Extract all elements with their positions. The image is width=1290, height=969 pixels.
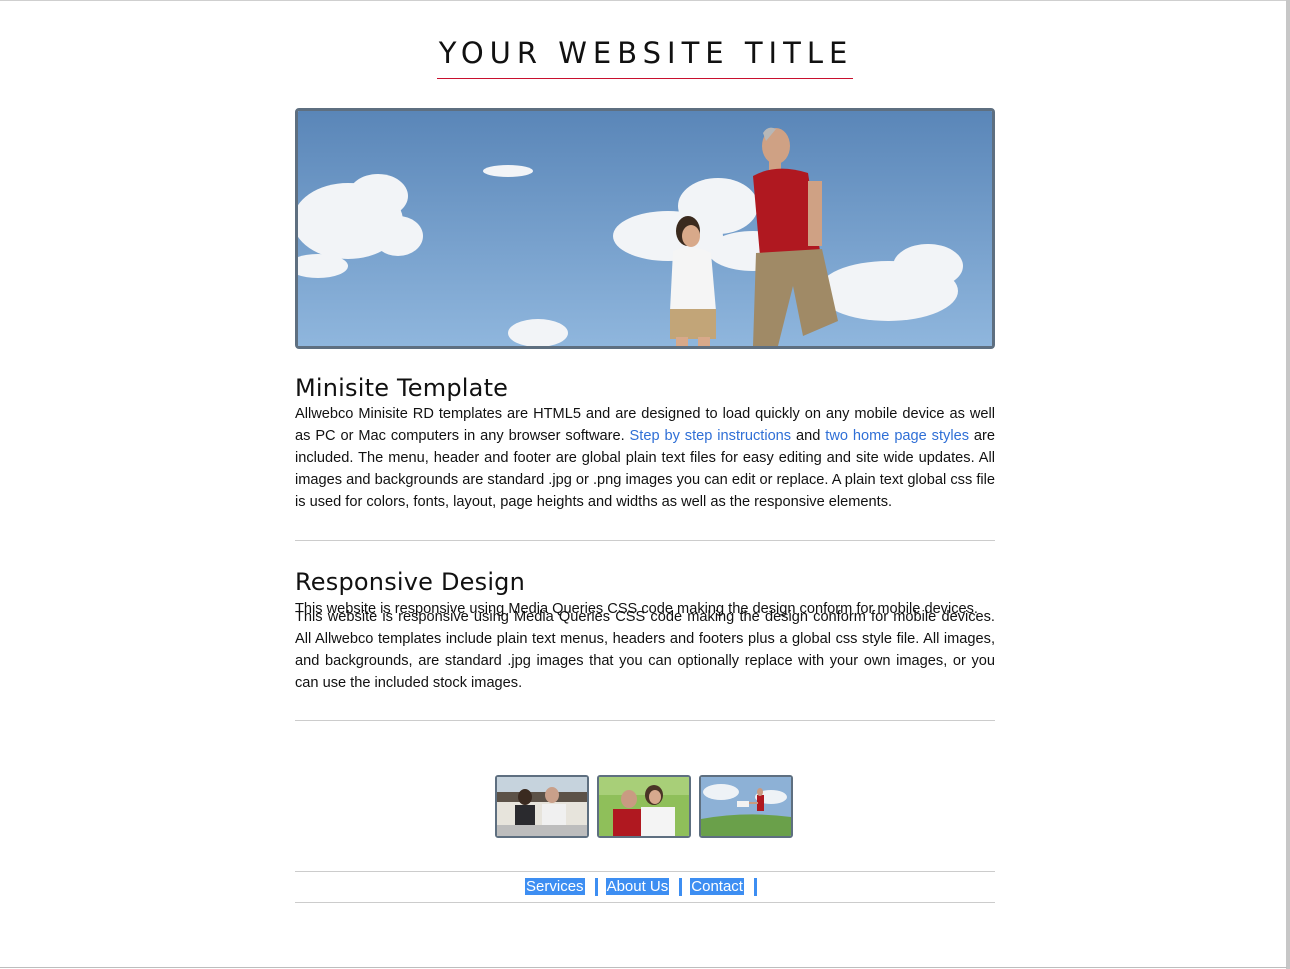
hero-banner-image [295,108,995,349]
footer-link-about-us[interactable]: About Us [605,878,670,895]
separator [679,878,683,897]
footer-link-contact[interactable]: Contact [690,878,744,895]
thumbnail-couple-seated[interactable] [495,775,589,838]
section-minisite-template: Minisite Template Allwebco Minisite RD t… [295,374,995,513]
section-heading: Minisite Template [295,374,509,402]
hero-photo [298,111,992,346]
section-responsive-design: Responsive Design [295,568,995,596]
site-title-text: YOUR WEBSITE TITLE [436,36,854,79]
home-page-styles-link[interactable]: two home page styles [825,428,969,444]
section-body: This website is responsive using Media Q… [295,609,995,691]
divider [295,720,995,721]
site-title: YOUR WEBSITE TITLE [0,34,1290,79]
window-scrollbar[interactable] [1286,0,1290,969]
thumbnail-couple-grass[interactable] [597,775,691,838]
window-top-border [0,0,1290,1]
footer-link-services[interactable]: Services [525,878,585,895]
footer-nav: Services About Us Contact [295,871,995,903]
step-by-step-link[interactable]: Step by step instructions [630,428,792,444]
section-responsive-body: This website is responsive using Media Q… [295,606,995,694]
window-bottom-border [0,967,1287,968]
section-heading: Responsive Design [295,568,526,596]
separator [753,878,757,897]
divider [295,540,995,541]
section-body: Allwebco Minisite RD templates are HTML5… [295,403,995,513]
thumbnail-couple-field[interactable] [699,775,793,838]
body-text: and [791,428,826,444]
separator [594,878,598,897]
